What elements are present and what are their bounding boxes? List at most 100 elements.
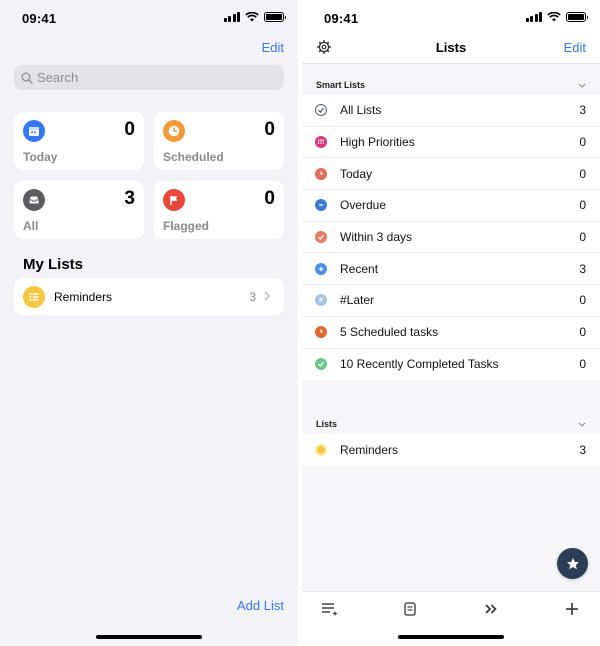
clock-icon (315, 326, 327, 339)
my-lists-heading: My Lists (23, 256, 84, 273)
status-bar: 09:41 (0, 0, 298, 36)
list-item-count: 3 (249, 289, 256, 304)
flagged-card[interactable]: 0 Flagged (154, 181, 284, 239)
smart-list-count: 0 (579, 135, 586, 150)
chevron-down-icon (578, 81, 586, 90)
chevron-right-icon (264, 290, 270, 304)
section-title: Smart Lists (316, 80, 366, 90)
today-label: Today (23, 150, 58, 164)
reminders-app-panel: 09:41 Edit 0 Today 0 Scheduled 3 All (0, 0, 298, 646)
user-lists: Reminders 3 (302, 434, 600, 466)
smart-list-name: High Priorities (340, 135, 415, 150)
cellular-signal-icon (525, 12, 542, 22)
check-circle-icon (315, 104, 327, 117)
chevrons-right-icon (485, 604, 497, 614)
home-indicator (398, 635, 504, 639)
forward-button[interactable] (481, 600, 501, 618)
page-title: Lists (435, 40, 467, 55)
flagged-label: Flagged (163, 219, 210, 233)
flagged-count: 0 (264, 188, 275, 209)
status-time: 09:41 (22, 11, 57, 26)
smart-list-count: 0 (579, 166, 586, 181)
home-indicator (96, 635, 202, 639)
hash-icon: # (315, 294, 327, 307)
minus-icon (315, 199, 327, 212)
battery-icon (264, 12, 286, 22)
list-add-button[interactable] (320, 600, 340, 618)
battery-icon (566, 12, 588, 22)
smart-list-item-scheduled-tasks[interactable]: 5 Scheduled tasks 0 (302, 317, 600, 349)
smart-list-item-within-3-days[interactable]: Within 3 days 0 (302, 222, 600, 254)
smart-list-count: 0 (579, 293, 586, 308)
add-button[interactable] (562, 600, 582, 618)
status-time: 09:41 (324, 11, 359, 26)
list-bullet-icon (23, 285, 45, 308)
smart-list-item-recently-completed[interactable]: 10 Recently Completed Tasks 0 (302, 349, 600, 381)
clock-icon (163, 120, 185, 142)
list-color-dot-icon (315, 443, 327, 456)
add-list-button[interactable]: Add List (237, 598, 284, 613)
smart-list-item-later[interactable]: # #Later 0 (302, 285, 600, 317)
today-count: 0 (124, 119, 135, 140)
smart-list-name: Overdue (340, 198, 387, 213)
smart-list-count: 3 (579, 103, 586, 118)
plus-icon (315, 262, 327, 275)
flag-icon (163, 189, 185, 211)
smart-list-count: 3 (579, 261, 586, 276)
status-icons (525, 12, 588, 22)
smart-list-name: 10 Recently Completed Tasks (340, 357, 499, 372)
list-name: Reminders (340, 442, 399, 457)
wifi-icon (245, 12, 259, 22)
smart-list-item-overdue[interactable]: Overdue 0 (302, 190, 600, 222)
edit-button[interactable]: Edit (564, 40, 586, 55)
list-count: 3 (579, 442, 586, 457)
smart-list-count: 0 (579, 230, 586, 245)
status-bar: 09:41 (302, 0, 600, 36)
status-icons (223, 12, 286, 22)
star-icon (566, 557, 579, 569)
wifi-icon (547, 12, 561, 22)
navigation-header: 09:41 Lists Edit (302, 0, 600, 64)
edit-button[interactable]: Edit (262, 40, 284, 55)
list-item-reminders[interactable]: Reminders 3 (14, 278, 284, 315)
all-card[interactable]: 3 All (14, 181, 144, 239)
smart-list-name: 5 Scheduled tasks (340, 325, 439, 340)
list-add-icon (322, 603, 337, 616)
note-button[interactable] (400, 600, 420, 618)
scheduled-count: 0 (264, 119, 275, 140)
smart-list-name: Today (340, 166, 373, 181)
note-icon (404, 602, 416, 616)
favorites-button[interactable] (557, 548, 588, 579)
list-item-reminders[interactable]: Reminders 3 (302, 434, 600, 466)
smart-list-item-all-lists[interactable]: All Lists 3 (302, 95, 600, 127)
chevron-down-icon (578, 420, 586, 429)
lists-app-panel: 09:41 Lists Edit Smart Lists All Lists 3 (302, 0, 600, 646)
smart-list-item-recent[interactable]: Recent 3 (302, 253, 600, 286)
smart-list-item-today[interactable]: Today 0 (302, 158, 600, 191)
bottom-toolbar (302, 591, 600, 646)
smart-list-name: Within 3 days (340, 230, 413, 245)
calendar-icon (23, 120, 45, 142)
smart-list-name: Recent (340, 261, 379, 276)
check-icon (315, 231, 327, 244)
smart-list-count: 0 (579, 325, 586, 340)
smart-list-name: #Later (340, 293, 375, 308)
today-card[interactable]: 0 Today (14, 112, 144, 170)
smart-list-count: 0 (579, 198, 586, 213)
all-label: All (23, 219, 39, 233)
smart-lists: All Lists 3 !!! High Priorities 0 Today … (302, 95, 600, 381)
search-icon (21, 72, 33, 84)
clock-icon (315, 167, 327, 180)
section-title: Lists (316, 419, 338, 429)
scheduled-label: Scheduled (163, 150, 224, 164)
smart-list-count: 0 (579, 357, 586, 372)
check-icon (315, 358, 327, 371)
all-count: 3 (124, 188, 135, 209)
search-input[interactable] (37, 70, 257, 85)
cellular-signal-icon (223, 12, 240, 22)
tray-icon (23, 189, 45, 211)
search-bar[interactable] (14, 65, 284, 90)
scheduled-card[interactable]: 0 Scheduled (154, 112, 284, 170)
smart-list-name: All Lists (340, 103, 382, 118)
smart-list-item-high-priorities[interactable]: !!! High Priorities 0 (302, 127, 600, 159)
